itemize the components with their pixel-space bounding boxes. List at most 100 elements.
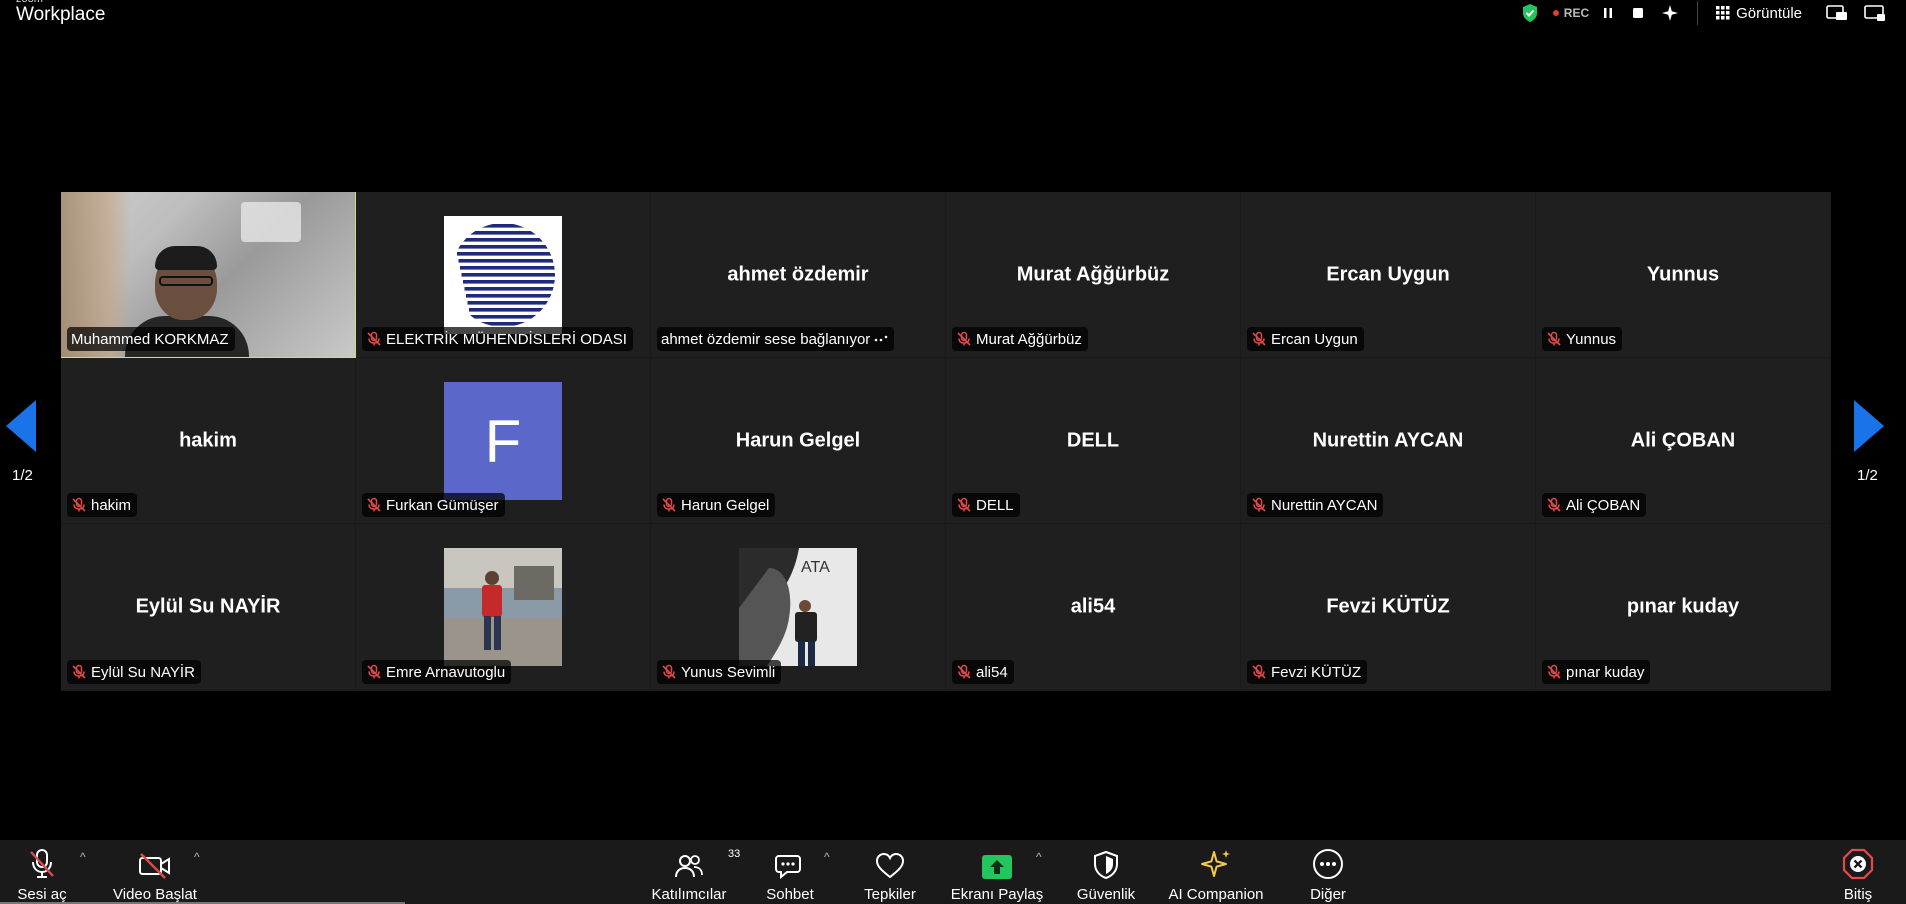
participant-tile[interactable]: pınar kuday pınar kuday bbox=[1536, 524, 1831, 691]
ai-companion-button[interactable]: AI Companion bbox=[1166, 840, 1266, 904]
chat-icon bbox=[775, 855, 801, 880]
participant-tile[interactable]: Emre Arnavutoglu bbox=[356, 524, 651, 691]
share-screen-icon bbox=[982, 855, 1012, 879]
participant-tile[interactable]: ELEKTRİK MÜHENDİSLERİ ODASI bbox=[356, 192, 651, 358]
share-screen-button[interactable]: Ekranı Paylaş bbox=[950, 840, 1044, 904]
participant-tile[interactable]: Yunnus Yunnus bbox=[1536, 192, 1831, 358]
participant-name-label: Furkan Gümüşer bbox=[362, 493, 505, 517]
participants-button[interactable]: 33 Katılımcılar bbox=[650, 840, 740, 904]
ai-sparkle-icon[interactable] bbox=[1661, 4, 1679, 22]
next-page-arrow-icon[interactable] bbox=[1852, 400, 1884, 457]
previous-page-arrow-icon[interactable] bbox=[6, 400, 38, 457]
end-meeting-icon bbox=[1842, 848, 1874, 880]
stop-recording-icon[interactable] bbox=[1631, 6, 1645, 20]
participant-name-label: Emre Arnavutoglu bbox=[362, 660, 512, 684]
participant-name-label: Fevzi KÜTÜZ bbox=[1247, 660, 1367, 684]
fullscreen-window-icon[interactable] bbox=[1864, 4, 1886, 22]
participant-name-label: Yunnus bbox=[1542, 327, 1623, 351]
reactions-label: Tepkiler bbox=[864, 886, 916, 903]
participant-name-label: Harun Gelgel bbox=[657, 493, 776, 517]
participant-name-label: DELL bbox=[952, 493, 1020, 517]
share-options-chevron-up-icon[interactable]: ^ bbox=[1036, 850, 1042, 864]
microphone-muted-icon bbox=[367, 497, 381, 512]
participant-tile[interactable]: ahmet özdemir ahmet özdemir sese bağlanıy… bbox=[651, 192, 946, 358]
unmute-button[interactable]: Sesi aç bbox=[17, 840, 67, 904]
end-meeting-button[interactable]: Bitiş bbox=[1838, 840, 1878, 904]
letter-avatar: F bbox=[444, 382, 562, 500]
participant-tile[interactable]: hakim hakim bbox=[61, 358, 356, 524]
participant-name: Harun Gelgel bbox=[681, 496, 770, 514]
microphone-muted-icon bbox=[367, 664, 381, 679]
microphone-muted-icon bbox=[1547, 664, 1561, 679]
recording-dot-icon bbox=[1552, 10, 1559, 16]
participant-display-name: ali54 bbox=[1070, 595, 1116, 618]
participant-name: Fevzi KÜTÜZ bbox=[1271, 663, 1361, 681]
participant-tile[interactable]: ali54 ali54 bbox=[946, 524, 1241, 691]
participant-tile[interactable]: Murat Ağğürbüz Murat Ağğürbüz bbox=[946, 192, 1241, 358]
participant-photo bbox=[444, 548, 562, 666]
microphone-muted-icon bbox=[367, 331, 381, 346]
participant-tile[interactable]: Ali ÇOBAN Ali ÇOBAN bbox=[1536, 358, 1831, 524]
picture-in-picture-icon[interactable] bbox=[1826, 4, 1848, 22]
participant-display-name: Ali ÇOBAN bbox=[1630, 429, 1736, 451]
security-label: Güvenlik bbox=[1076, 886, 1136, 903]
microphone-muted-icon bbox=[957, 331, 971, 346]
participant-name-label: Ali ÇOBAN bbox=[1542, 493, 1647, 517]
participant-display-name: Fevzi KÜTÜZ bbox=[1326, 595, 1450, 618]
participant-name-label: Ercan Uygun bbox=[1247, 327, 1364, 351]
participant-name: Ercan Uygun bbox=[1271, 330, 1358, 348]
participants-count: 33 bbox=[728, 848, 741, 860]
pause-recording-icon[interactable] bbox=[1601, 6, 1615, 20]
microphone-muted-icon bbox=[662, 664, 676, 679]
video-off-icon bbox=[139, 853, 170, 879]
microphone-muted-icon bbox=[1547, 331, 1561, 346]
participant-tile[interactable]: Muhammed KORKMAZ bbox=[61, 192, 356, 358]
svg-text:ATA: ATA bbox=[801, 559, 830, 576]
emo-logo-avatar bbox=[444, 216, 562, 334]
rec-label: REC bbox=[1563, 6, 1590, 20]
unmute-label: Sesi aç bbox=[17, 886, 67, 903]
participant-name: hakim bbox=[91, 496, 132, 514]
participant-tile[interactable]: DELL DELL bbox=[946, 358, 1241, 524]
participant-tile[interactable]: Ercan Uygun Ercan Uygun bbox=[1241, 192, 1536, 358]
participant-display-name: hakim bbox=[179, 429, 237, 451]
participant-name: Eylül Su NAYİR bbox=[91, 663, 195, 681]
participant-name: DELL bbox=[976, 496, 1014, 514]
page-indicator-right: 1/2 bbox=[1857, 467, 1878, 484]
chat-button[interactable]: Sohbet bbox=[762, 840, 818, 904]
participant-display-name: Ercan Uygun bbox=[1326, 263, 1450, 285]
security-button[interactable]: Güvenlik bbox=[1074, 840, 1138, 904]
recording-indicator: REC bbox=[1552, 6, 1590, 20]
participant-display-name: Nurettin AYCAN bbox=[1312, 429, 1464, 451]
start-video-button[interactable]: Video Başlat bbox=[112, 840, 198, 904]
participant-name: ali54 bbox=[976, 663, 1008, 681]
participant-tile[interactable]: Nurettin AYCAN Nurettin AYCAN bbox=[1241, 358, 1536, 524]
participant-name-label: Nurettin AYCAN bbox=[1247, 493, 1384, 517]
start-video-label: Video Başlat bbox=[113, 886, 197, 903]
participant-tile[interactable]: ATA Yunus Sevimli bbox=[651, 524, 946, 691]
chat-options-chevron-up-icon[interactable]: ^ bbox=[824, 850, 830, 864]
participant-tile[interactable]: Eylül Su NAYİR Eylül Su NAYİR bbox=[61, 524, 356, 691]
security-shield-icon bbox=[1094, 850, 1118, 880]
reactions-button[interactable]: Tepkiler bbox=[862, 840, 918, 904]
video-options-chevron-up-icon[interactable]: ^ bbox=[194, 850, 200, 864]
participant-tile[interactable]: Harun Gelgel Harun Gelgel bbox=[651, 358, 946, 524]
participant-tile[interactable]: F Furkan Gümüşer bbox=[356, 358, 651, 524]
connecting-dots-icon bbox=[874, 335, 888, 342]
participant-name: ahmet özdemir sese bağlanıyor bbox=[661, 330, 871, 348]
encryption-shield-icon[interactable] bbox=[1521, 3, 1539, 23]
more-label: Diğer bbox=[1310, 886, 1346, 903]
participant-photo: ATA bbox=[739, 548, 857, 666]
participants-label: Katılımcılar bbox=[651, 886, 727, 903]
microphone-muted-icon bbox=[30, 849, 54, 878]
ai-companion-label: AI Companion bbox=[1168, 886, 1264, 903]
participant-tile[interactable]: Fevzi KÜTÜZ Fevzi KÜTÜZ bbox=[1241, 524, 1536, 691]
share-screen-label: Ekranı Paylaş bbox=[950, 886, 1044, 903]
view-button[interactable]: Görüntüle bbox=[1716, 5, 1802, 22]
top-bar: zoom Workplace REC Görüntüle bbox=[0, 0, 1906, 40]
audio-options-chevron-up-icon[interactable]: ^ bbox=[80, 850, 86, 864]
more-dots-icon bbox=[1313, 849, 1343, 879]
more-button[interactable]: Diğer bbox=[1308, 840, 1348, 904]
participant-name-label: Yunus Sevimli bbox=[657, 660, 782, 684]
participant-display-name: Yunnus bbox=[1646, 263, 1720, 285]
